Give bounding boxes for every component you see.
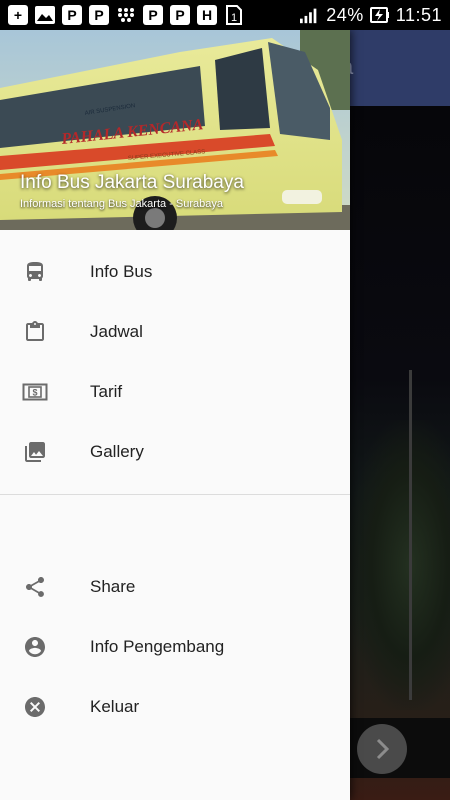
chevron-right-icon [376, 738, 390, 760]
menu-item-info-bus[interactable]: Info Bus [0, 242, 350, 302]
menu-item-jadwal[interactable]: Jadwal [0, 302, 350, 362]
menu-item-label: Share [90, 577, 136, 596]
menu-item-gallery[interactable]: Gallery [0, 422, 350, 482]
account-circle-icon [22, 634, 48, 660]
next-button[interactable] [357, 724, 407, 774]
menu-item-keluar[interactable]: Keluar [0, 677, 350, 737]
menu-item-label: Gallery [90, 442, 144, 461]
battery-charging-icon [369, 5, 390, 25]
cancel-icon [22, 694, 48, 720]
drawer-header: PAHALA KENCANA SUPER EXECUTIVE CLASS AIR… [0, 30, 350, 230]
primary-menu: Info Bus Jadwal $ Tarif Gallery [0, 230, 350, 482]
clipboard-icon [22, 319, 48, 345]
svg-text:1: 1 [231, 12, 237, 24]
navigation-drawer: PAHALA KENCANA SUPER EXECUTIVE CLASS AIR… [0, 30, 350, 800]
sim-1-icon: 1 [224, 5, 244, 25]
parking-icon: P [89, 5, 109, 25]
menu-item-share[interactable]: Share [0, 557, 350, 617]
notification-icons: + P P P P H 1 [8, 5, 244, 25]
battery-percent: 24% [326, 4, 364, 25]
h-icon: H [197, 5, 217, 25]
menu-item-label: Info Pengembang [90, 637, 225, 656]
system-status: 24% 11:51 [300, 5, 442, 26]
background-pole [409, 370, 412, 700]
share-icon [22, 574, 48, 600]
signal-icon [300, 5, 320, 25]
menu-item-info-pengembang[interactable]: Info Pengembang [0, 617, 350, 677]
parking-icon: P [170, 5, 190, 25]
blackberry-icon [116, 5, 136, 25]
parking-icon: P [143, 5, 163, 25]
secondary-menu: Share Info Pengembang Keluar [0, 495, 350, 737]
menu-item-label: Keluar [90, 697, 140, 716]
menu-item-label: Tarif [90, 382, 123, 401]
add-box-icon: + [8, 5, 28, 25]
menu-item-tarif[interactable]: $ Tarif [0, 362, 350, 422]
money-icon: $ [22, 379, 48, 405]
bus-icon [22, 259, 48, 285]
status-bar: + P P P P H 1 24% 11:51 [0, 0, 450, 30]
svg-text:$: $ [32, 388, 37, 398]
photo-library-icon [22, 439, 48, 465]
menu-item-label: Jadwal [90, 322, 143, 341]
menu-item-label: Info Bus [90, 262, 153, 281]
parking-icon: P [62, 5, 82, 25]
image-icon [35, 5, 55, 25]
drawer-title: Info Bus Jakarta Surabaya [20, 172, 244, 193]
clock: 11:51 [395, 4, 442, 25]
background-tree [350, 420, 450, 710]
drawer-subtitle: Informasi tentang Bus Jakarta - Surabaya [20, 198, 223, 210]
